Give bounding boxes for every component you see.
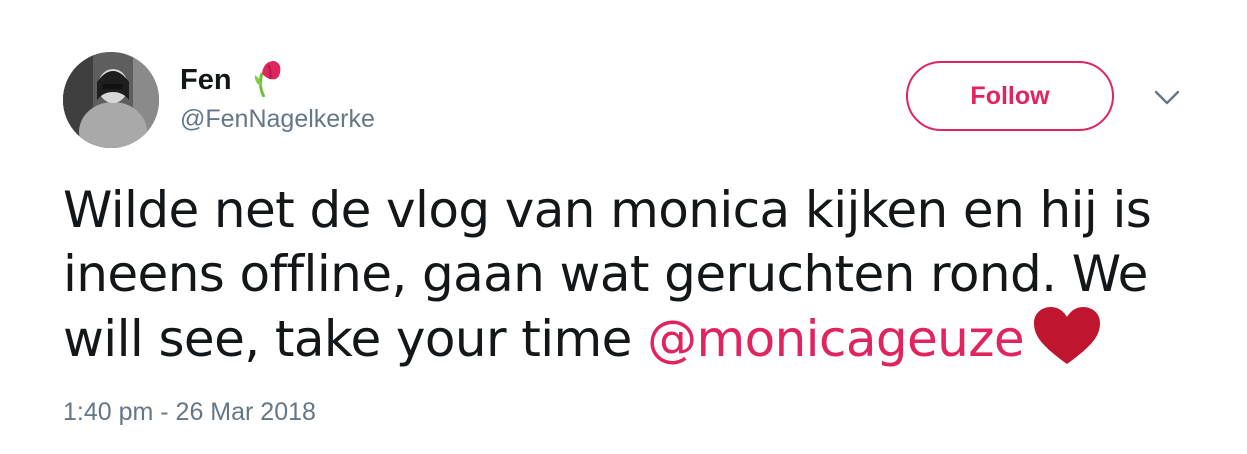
tweet-text-line: Wilde net de vlog van monica kijken en h… (63, 181, 1152, 239)
tweet-text: Wilde net de vlog van monica kijken en h… (63, 178, 1183, 371)
author-info: Fen @FenNagelkerke (180, 58, 375, 134)
chevron-down-icon[interactable] (1153, 88, 1181, 108)
author-name-row: Fen (180, 58, 375, 102)
wilted-flower-icon (252, 57, 284, 98)
user-avatar[interactable] (63, 52, 159, 148)
author-handle[interactable]: @FenNagelkerke (180, 105, 375, 134)
tweet-text-line: ineens offline, gaan wat geruchten rond.… (63, 245, 1148, 303)
avatar-photo-icon (63, 52, 159, 148)
red-heart-icon (1032, 306, 1102, 366)
follow-button[interactable]: Follow (906, 61, 1114, 131)
author-display-name[interactable]: Fen (180, 64, 232, 97)
tweet-text-line: will see, take your time @monicageuze (63, 306, 1183, 371)
tweet-timestamp[interactable]: 1:40 pm - 26 Mar 2018 (63, 398, 316, 427)
mention-link[interactable]: @monicageuze (647, 310, 1025, 368)
tweet-text-segment: will see, take your time (63, 310, 648, 368)
tweet-card: Fen @FenNagelkerke Follow Wilde net de v… (0, 0, 1247, 454)
